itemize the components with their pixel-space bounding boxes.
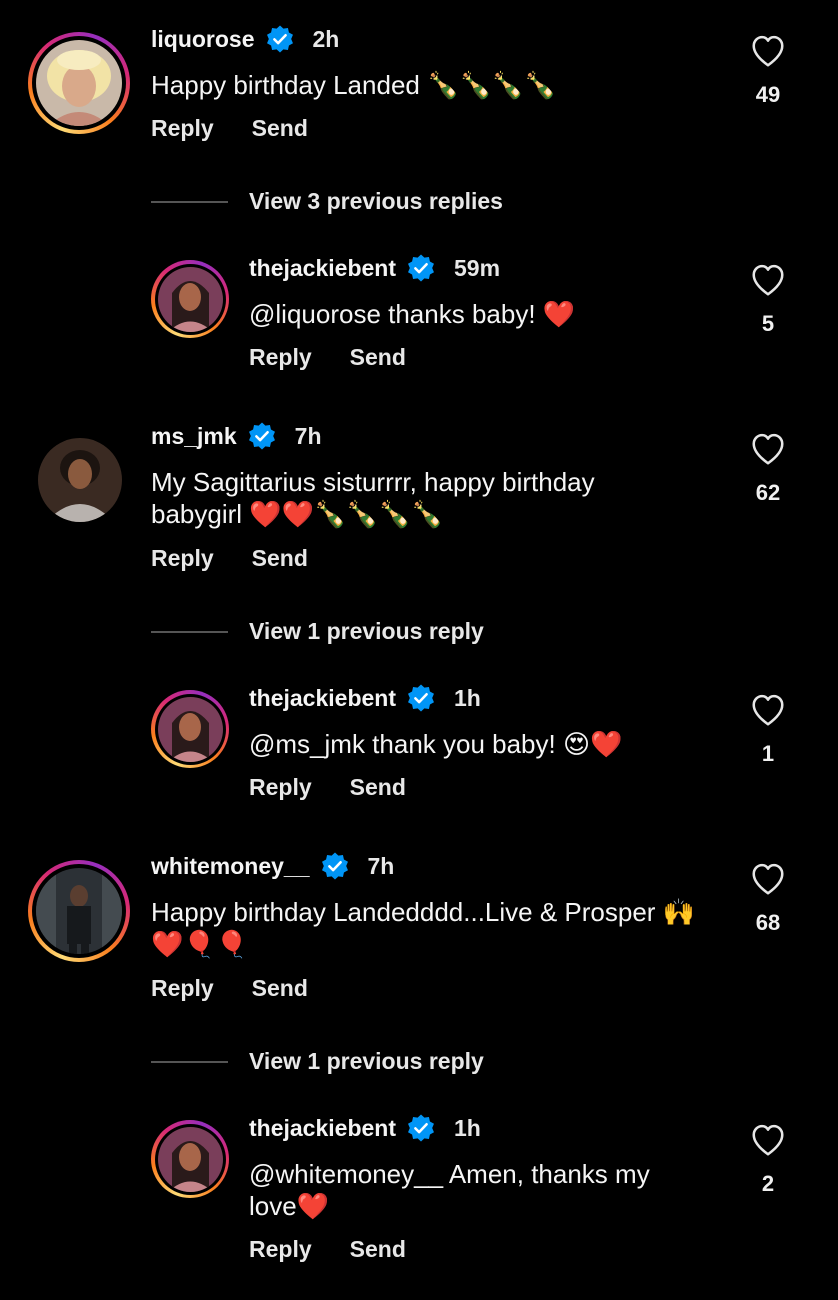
view-previous-replies[interactable]: View 3 previous replies	[151, 188, 503, 215]
verified-badge-icon	[406, 1113, 436, 1143]
comment-username[interactable]: whitemoney__	[151, 853, 310, 880]
reply-username[interactable]: thejackiebent	[249, 255, 396, 282]
divider	[151, 630, 228, 633]
like-area: 62	[744, 430, 792, 506]
comment-time: 7h	[294, 422, 322, 449]
profile-photo-icon	[36, 40, 122, 126]
like-count: 2	[761, 1171, 775, 1196]
avatar-thejackiebent[interactable]	[151, 690, 229, 768]
reply-button[interactable]: Reply	[249, 1236, 312, 1263]
view-previous-label[interactable]: View 3 previous replies	[249, 188, 503, 215]
like-count: 49	[755, 82, 781, 107]
like-area: 2	[744, 1121, 792, 1197]
profile-photo-icon	[157, 696, 223, 762]
send-button[interactable]: Send	[350, 774, 406, 801]
reply-button[interactable]: Reply	[249, 344, 312, 371]
verified-badge-icon	[406, 253, 436, 283]
send-button[interactable]: Send	[350, 344, 406, 371]
reply-button[interactable]: Reply	[151, 545, 214, 572]
comment-username[interactable]: ms_jmk	[151, 423, 237, 450]
heart-outline-icon[interactable]	[749, 1121, 787, 1159]
comment-username[interactable]: liquorose	[151, 26, 255, 53]
avatar-thejackiebent[interactable]	[151, 1120, 229, 1198]
view-previous-label[interactable]: View 1 previous reply	[249, 618, 484, 645]
like-count: 62	[755, 480, 781, 505]
avatar-whitemoney[interactable]	[28, 860, 130, 962]
reply-username[interactable]: thejackiebent	[249, 685, 396, 712]
send-button[interactable]: Send	[252, 975, 308, 1002]
reply-button[interactable]: Reply	[151, 115, 214, 142]
like-area: 49	[744, 32, 792, 108]
reply-button[interactable]: Reply	[249, 774, 312, 801]
heart-outline-icon[interactable]	[749, 261, 787, 299]
heart-outline-icon[interactable]	[749, 691, 787, 729]
comment-text: Happy birthday Landedddd...Live & Prospe…	[151, 897, 696, 959]
profile-photo-icon	[157, 266, 223, 332]
like-area: 5	[744, 261, 792, 337]
verified-badge-icon	[247, 421, 277, 451]
comment-text: Happy birthday Landed 🍾🍾🍾🍾	[151, 70, 557, 100]
view-previous-replies[interactable]: View 1 previous reply	[151, 618, 484, 645]
profile-photo-icon	[38, 438, 122, 522]
comment-text: My Sagittarius sisturrrr, happy birthday…	[151, 467, 602, 529]
like-count: 68	[755, 910, 781, 935]
view-previous-label[interactable]: View 1 previous reply	[249, 1048, 484, 1075]
reply-time: 1h	[454, 684, 481, 711]
comment-time: 7h	[367, 852, 395, 879]
reply-text: @whitemoney__ Amen, thanks my love❤️	[249, 1159, 657, 1221]
reply-username[interactable]: thejackiebent	[249, 1115, 396, 1142]
avatar-ms_jmk[interactable]	[38, 438, 122, 522]
verified-badge-icon	[265, 24, 295, 54]
divider	[151, 200, 228, 203]
like-count: 1	[761, 741, 775, 766]
like-area: 68	[744, 860, 792, 936]
view-previous-replies[interactable]: View 1 previous reply	[151, 1048, 484, 1075]
heart-outline-icon[interactable]	[749, 430, 787, 468]
heart-outline-icon[interactable]	[749, 860, 787, 898]
profile-photo-icon	[157, 1126, 223, 1192]
verified-badge-icon	[320, 851, 350, 881]
reply-time: 59m	[454, 254, 501, 281]
like-count: 5	[761, 311, 775, 336]
divider	[151, 1060, 228, 1063]
avatar-liquorose[interactable]	[28, 32, 130, 134]
reply-time: 1h	[454, 1114, 481, 1141]
reply-button[interactable]: Reply	[151, 975, 214, 1002]
like-area: 1	[744, 691, 792, 767]
reply-text: @ms_jmk thank you baby! 😍❤️	[249, 729, 623, 759]
send-button[interactable]: Send	[252, 115, 308, 142]
verified-badge-icon	[406, 683, 436, 713]
send-button[interactable]: Send	[252, 545, 308, 572]
comment-time: 2h	[312, 25, 340, 52]
send-button[interactable]: Send	[350, 1236, 406, 1263]
profile-photo-icon	[36, 868, 122, 954]
reply-text: @liquorose thanks baby! ❤️	[249, 299, 576, 329]
heart-outline-icon[interactable]	[749, 32, 787, 70]
avatar-thejackiebent[interactable]	[151, 260, 229, 338]
